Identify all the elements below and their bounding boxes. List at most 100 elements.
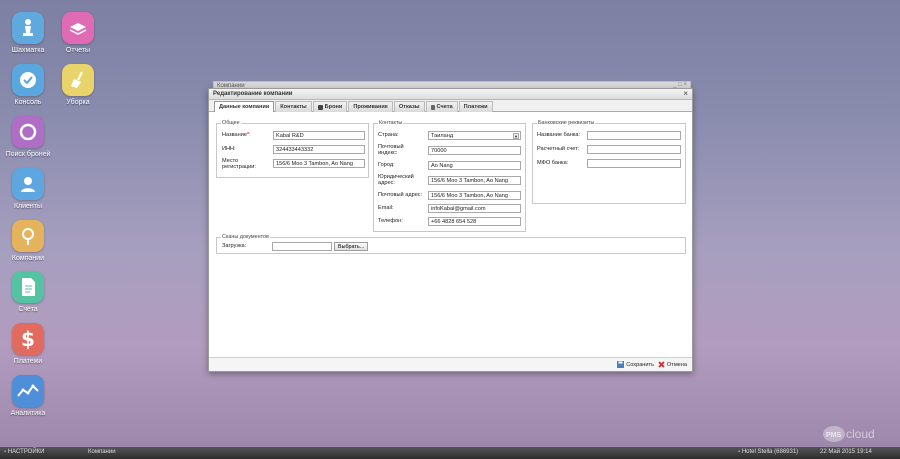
zip-label: Почтовый индекс: bbox=[378, 144, 404, 156]
broom-icon bbox=[62, 64, 94, 96]
name-field[interactable]: Kabal R&D bbox=[273, 131, 365, 140]
city-field[interactable]: Ao Nang bbox=[428, 161, 521, 170]
settings-label: НАСТРОЙКИ bbox=[7, 449, 45, 455]
pms-cloud-logo: PMS cloud bbox=[822, 422, 894, 444]
scans-fieldset: Сканы документов Загрузка: Выбрать... bbox=[216, 234, 686, 254]
upload-label: Загрузка: bbox=[222, 243, 247, 249]
reg-label: Место регистрации: bbox=[222, 158, 256, 170]
desktop-icon-label: Счета bbox=[18, 306, 38, 313]
desktop-icon-label: Компании bbox=[11, 255, 45, 262]
logo-prefix: PMS bbox=[826, 432, 842, 439]
hotel-label: Hotel Stella (686931) bbox=[741, 449, 799, 455]
general-fieldset: Общее Название*: Kabal R&D ИНН: 32443344… bbox=[216, 120, 369, 178]
reg-field[interactable]: 156/6 Moo 3 Tambon, Ao Nang bbox=[273, 159, 365, 168]
desktop-icon-label: Консоль bbox=[14, 99, 42, 106]
dialog-titlebar[interactable]: Редактирование компании × bbox=[209, 89, 692, 100]
desktop-icon-invoices[interactable]: Счета bbox=[0, 271, 56, 313]
legal-address-field[interactable]: 156/6 Moo 3 Tambon, Ao Nang bbox=[428, 176, 521, 185]
bank-legend: Банковские реквизиты bbox=[538, 120, 595, 126]
desktop-icon-console[interactable]: Консоль bbox=[0, 64, 56, 106]
tab-label: Счета bbox=[436, 104, 453, 110]
taskbar-hotel[interactable]: ▪ Hotel Stella (686931) bbox=[738, 449, 798, 455]
email-label: Email: bbox=[378, 205, 394, 211]
desktop-icon-reports[interactable]: Отчеты bbox=[50, 12, 106, 54]
cancel-button-label: Отмена bbox=[666, 361, 687, 368]
country-select[interactable]: Таиланд ▼ bbox=[428, 131, 521, 140]
phone-field[interactable]: +66 4828 654 528 bbox=[428, 217, 521, 226]
checkmark-icon bbox=[12, 64, 44, 96]
invoice-icon bbox=[430, 105, 435, 110]
desktop-icon-label: Клиенты bbox=[13, 203, 43, 210]
tab-label: Данные компании bbox=[219, 104, 270, 110]
city-label: Город: bbox=[378, 162, 395, 168]
tab-company-data[interactable]: Данные компании bbox=[214, 101, 275, 112]
taskbar-window-companies[interactable]: Компании bbox=[88, 449, 116, 455]
tab-label: Проживание bbox=[353, 104, 388, 110]
dialog-title: Редактирование компании bbox=[213, 91, 293, 97]
contacts-fieldset: Контакты Страна: Таиланд ▼ Почтовый индек… bbox=[373, 120, 526, 232]
person-icon bbox=[12, 168, 44, 200]
cancel-button[interactable]: Отмена bbox=[658, 361, 687, 368]
zip-field[interactable]: 70000 bbox=[428, 146, 521, 155]
taskbar-settings[interactable]: ▪ НАСТРОЙКИ bbox=[4, 449, 44, 455]
desktop-icon-companies[interactable]: Компании bbox=[0, 220, 56, 262]
postal-address-field[interactable]: 156/6 Moo 3 Tambon, Ao Nang bbox=[428, 191, 521, 200]
tab-label: Брони bbox=[324, 104, 343, 110]
bank-fieldset: Банковские реквизиты Название банка: Рас… bbox=[532, 120, 686, 204]
tab-invoices[interactable]: Счета bbox=[425, 101, 458, 112]
desktop-icon-analytics[interactable]: Аналитика bbox=[0, 375, 56, 417]
status-icon: ▪ bbox=[738, 449, 741, 455]
tab-contacts[interactable]: Контакты bbox=[275, 101, 312, 112]
tab-payments[interactable]: Платежи bbox=[458, 101, 493, 112]
mfo-field[interactable] bbox=[587, 159, 681, 168]
tab-stays[interactable]: Проживание bbox=[348, 101, 393, 112]
dollar-icon: $ bbox=[12, 323, 44, 355]
country-label: Страна: bbox=[378, 132, 399, 138]
email-field[interactable]: infoKabal@gmail.com bbox=[428, 204, 521, 213]
save-button[interactable]: Сохранить bbox=[617, 361, 654, 368]
browse-button[interactable]: Выбрать... bbox=[334, 242, 369, 251]
scans-legend: Сканы документов bbox=[222, 234, 269, 240]
desktop-icon-clients[interactable]: Клиенты bbox=[0, 168, 56, 210]
tab-bookings[interactable]: Брони bbox=[312, 101, 348, 112]
desktop-icon-label: Платежи bbox=[13, 358, 43, 365]
account-label: Расчетный счет: bbox=[537, 146, 580, 152]
pin-icon bbox=[12, 220, 44, 252]
desktop-icon-label: Отчеты bbox=[65, 47, 91, 54]
mfo-label: МФО банка: bbox=[537, 160, 569, 166]
desktop-icon-payments[interactable]: $ Платежи bbox=[0, 323, 56, 365]
bank-name-label: Название банка: bbox=[537, 132, 581, 138]
inn-label: ИНН: bbox=[222, 146, 236, 152]
document-icon bbox=[12, 271, 44, 303]
taskbar: ▪ НАСТРОЙКИ Компании ▪ Hotel Stella (686… bbox=[0, 447, 900, 459]
contacts-legend: Контакты bbox=[379, 120, 403, 126]
bookings-icon bbox=[317, 105, 323, 110]
save-button-label: Сохранить bbox=[626, 361, 654, 368]
desktop-icon-label: Аналитика bbox=[10, 410, 46, 417]
desktop-icon-label: Поиск броней bbox=[5, 151, 51, 158]
tab-label: Отказы bbox=[398, 104, 420, 110]
desktop-icon-booking-search[interactable]: Поиск броней bbox=[0, 116, 56, 158]
country-value: Таиланд bbox=[431, 133, 454, 139]
desktop-icon-chess[interactable]: Шахматка bbox=[0, 12, 56, 54]
dialog-footer: Сохранить Отмена bbox=[209, 357, 692, 371]
tab-bar: Данные компании Контакты Брони Проживани… bbox=[209, 100, 692, 112]
close-icon[interactable]: × bbox=[683, 89, 688, 98]
chevron-down-icon[interactable]: ▼ bbox=[513, 133, 519, 139]
upload-field[interactable] bbox=[272, 242, 332, 251]
desktop-icon-cleaning[interactable]: Уборка bbox=[50, 64, 106, 106]
save-icon bbox=[617, 361, 625, 368]
general-legend: Общее bbox=[222, 120, 240, 126]
name-label: Название*: bbox=[222, 132, 251, 138]
desktop-icon-label: Уборка bbox=[66, 99, 90, 106]
phone-label: Телефон: bbox=[378, 218, 403, 224]
chart-icon bbox=[12, 375, 44, 407]
inn-field[interactable]: 324433443332 bbox=[273, 145, 365, 154]
legal-address-label: Юридический адрес: bbox=[378, 174, 414, 186]
logo-suffix: cloud bbox=[846, 427, 875, 441]
tab-refusals[interactable]: Отказы bbox=[393, 101, 425, 112]
reports-icon bbox=[62, 12, 94, 44]
bank-name-field[interactable] bbox=[587, 131, 681, 140]
account-field[interactable] bbox=[587, 145, 681, 154]
cancel-icon bbox=[658, 361, 665, 368]
